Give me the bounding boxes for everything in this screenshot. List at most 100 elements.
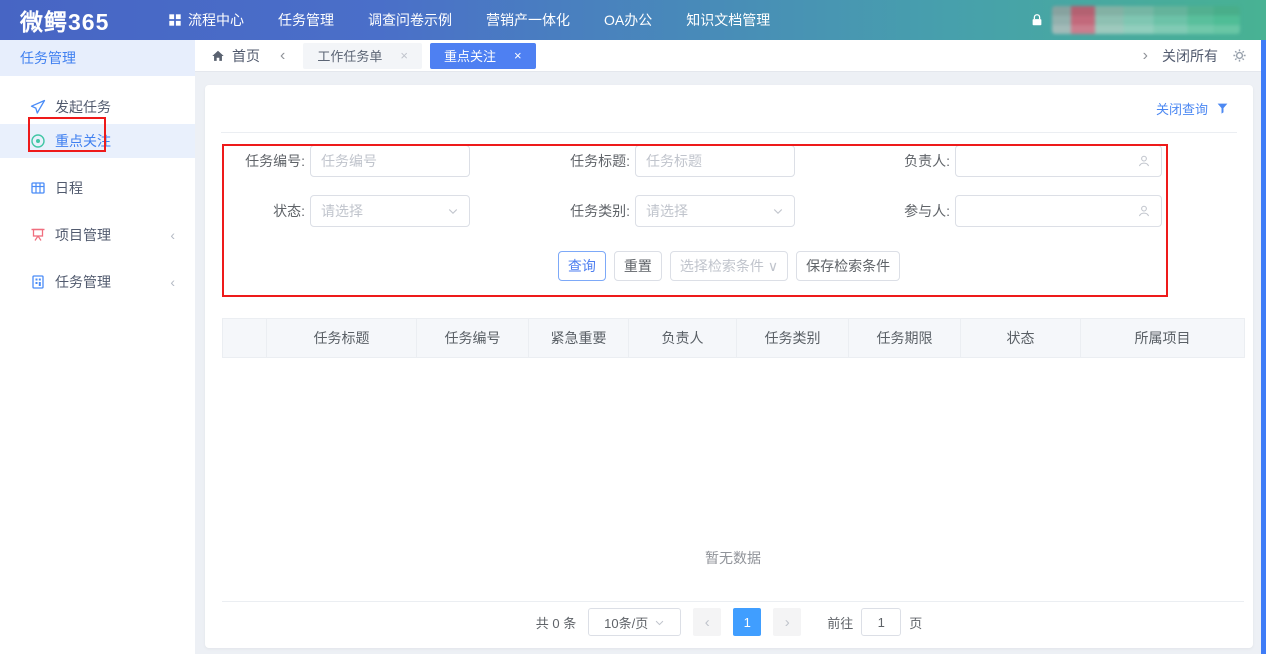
building-icon [30,274,46,290]
filter-form: 任务编号: 任务标题: 负责人: 状态: 请选择 [205,133,1253,297]
sidebar-item-key-focus[interactable]: 重点关注 [0,124,195,158]
table-header-row: 任务标题 任务编号 紧急重要 负责人 任务类别 任务期限 状态 所属项目 [223,319,1245,358]
page-unit-label: 页 [909,613,922,632]
funnel-icon[interactable] [1216,102,1229,115]
field-label-task-title: 任务标题: [530,145,630,177]
participant-input-field[interactable] [966,203,1131,219]
tab-scroll-right-icon[interactable]: › [1143,48,1148,64]
next-page-button[interactable]: › [773,608,801,636]
owner-input[interactable] [955,145,1162,177]
chevron-left-icon: ‹ [170,227,175,243]
sidebar-item-start-task[interactable]: 发起任务 [0,90,195,124]
tab-label: 重点关注 [444,46,496,65]
grid-icon [168,13,182,27]
close-query-toggle[interactable]: 关闭查询 [1156,99,1208,118]
select-saved-criteria-dropdown[interactable]: 选择检索条件 ∨ [670,251,788,281]
close-all-button[interactable]: 关闭所有 [1162,46,1218,66]
top-navbar: 微鳄365 流程中心 任务管理 调查问卷示例 营销产一体化 OA办公 知识文档管… [0,0,1266,40]
tab-scroll-left-icon[interactable]: ‹ [280,48,285,64]
nav-item-process-center[interactable]: 流程中心 [168,10,244,30]
sidebar-item-schedule[interactable]: 日程 [0,171,195,205]
task-title-input-field[interactable] [646,153,784,169]
empty-state-text: 暂无数据 [705,548,761,568]
status-select[interactable]: 请选择 [310,195,470,227]
pagination: 共 0 条 10条/页 ‹ 1 › 前往 页 [205,608,1253,636]
task-number-input[interactable] [310,145,470,177]
tab-home[interactable]: 首页 [211,46,260,66]
prev-page-button[interactable]: ‹ [693,608,721,636]
close-icon[interactable]: × [400,48,408,63]
sidebar-title: 任务管理 [0,40,195,76]
goto-page-input[interactable] [861,608,901,636]
goto-page-group: 前往 页 [827,608,922,636]
user-area[interactable] [1030,6,1240,34]
target-icon [30,133,46,149]
open-tabs: 工作任务单 × 重点关注 × [303,43,535,69]
chevron-left-icon: ‹ [170,274,175,290]
task-category-select[interactable]: 请选择 [635,195,795,227]
chevron-down-icon [447,205,459,217]
nav-item-oa-office[interactable]: OA办公 [604,10,652,30]
app-window: 微鳄365 流程中心 任务管理 调查问卷示例 营销产一体化 OA办公 知识文档管… [0,0,1266,654]
tab-home-label: 首页 [232,46,260,66]
task-category-select-placeholder: 请选择 [646,201,766,221]
app-logo: 微鳄365 [20,3,120,37]
search-button[interactable]: 查询 [558,251,606,281]
lock-icon [1030,13,1044,27]
redacted-username [1052,6,1240,34]
paper-plane-icon [30,99,46,115]
task-title-input[interactable] [635,145,795,177]
sidebar-item-task-mgmt[interactable]: 任务管理 ‹ [0,265,195,299]
sidebar-item-label: 重点关注 [55,131,111,151]
nav-item-label: 调查问卷示例 [368,10,452,30]
tab-work-task-list[interactable]: 工作任务单 × [303,43,422,69]
person-icon [1137,154,1151,168]
owner-input-field[interactable] [966,153,1131,169]
close-icon[interactable]: × [514,48,522,63]
goto-label: 前往 [827,613,853,632]
tabbar-right-controls: › 关闭所有 [1143,46,1247,66]
column-header-select [223,319,267,358]
presentation-icon [30,227,46,243]
column-header-urgent-important: 紧急重要 [529,319,629,358]
filter-buttons: 查询 重置 选择检索条件 ∨ 保存检索条件 [205,251,1253,281]
main-panel: 关闭查询 任务编号: 任务标题: 负责人: 状态: [205,85,1253,648]
column-header-task-title: 任务标题 [267,319,417,358]
reset-button[interactable]: 重置 [614,251,662,281]
nav-item-task-mgmt[interactable]: 任务管理 [278,10,334,30]
page-number-1[interactable]: 1 [733,608,761,636]
column-header-status: 状态 [961,319,1081,358]
scrollbar-strip[interactable] [1261,40,1266,654]
column-header-owner: 负责人 [629,319,737,358]
nav-item-label: 流程中心 [188,10,244,30]
tab-key-focus[interactable]: 重点关注 × [430,43,536,69]
select-saved-criteria-label: 选择检索条件 [680,256,764,276]
main-nav: 流程中心 任务管理 调查问卷示例 营销产一体化 OA办公 知识文档管理 [168,10,770,30]
participant-input[interactable] [955,195,1162,227]
sidebar-item-label: 日程 [55,178,83,198]
nav-item-marketing[interactable]: 营销产一体化 [486,10,570,30]
chevron-down-icon [772,205,784,217]
sidebar: 任务管理 发起任务 重点关注 日程 项目管理 ‹ [0,40,195,654]
total-count-label: 共 0 条 [536,613,576,632]
sidebar-item-label: 发起任务 [55,97,111,117]
nav-item-label: 任务管理 [278,10,334,30]
sidebar-item-project-mgmt[interactable]: 项目管理 ‹ [0,218,195,252]
nav-item-survey-demo[interactable]: 调查问卷示例 [368,10,452,30]
status-select-placeholder: 请选择 [321,201,441,221]
filter-header: 关闭查询 [221,85,1237,133]
page-size-select[interactable]: 10条/页 [588,608,681,636]
column-header-task-deadline: 任务期限 [849,319,961,358]
chevron-down-icon: ∨ [768,258,778,275]
field-label-task-category: 任务类别: [530,195,630,227]
gear-icon[interactable] [1232,48,1247,63]
task-number-input-field[interactable] [321,153,459,169]
person-icon [1137,204,1151,218]
chevron-down-icon [654,617,665,628]
field-label-participant: 参与人: [850,195,950,227]
save-criteria-button[interactable]: 保存检索条件 [796,251,900,281]
nav-item-knowledge-docs[interactable]: 知识文档管理 [686,10,770,30]
column-header-task-category: 任务类别 [737,319,849,358]
field-label-owner: 负责人: [850,145,950,177]
tab-label: 工作任务单 [317,46,382,65]
